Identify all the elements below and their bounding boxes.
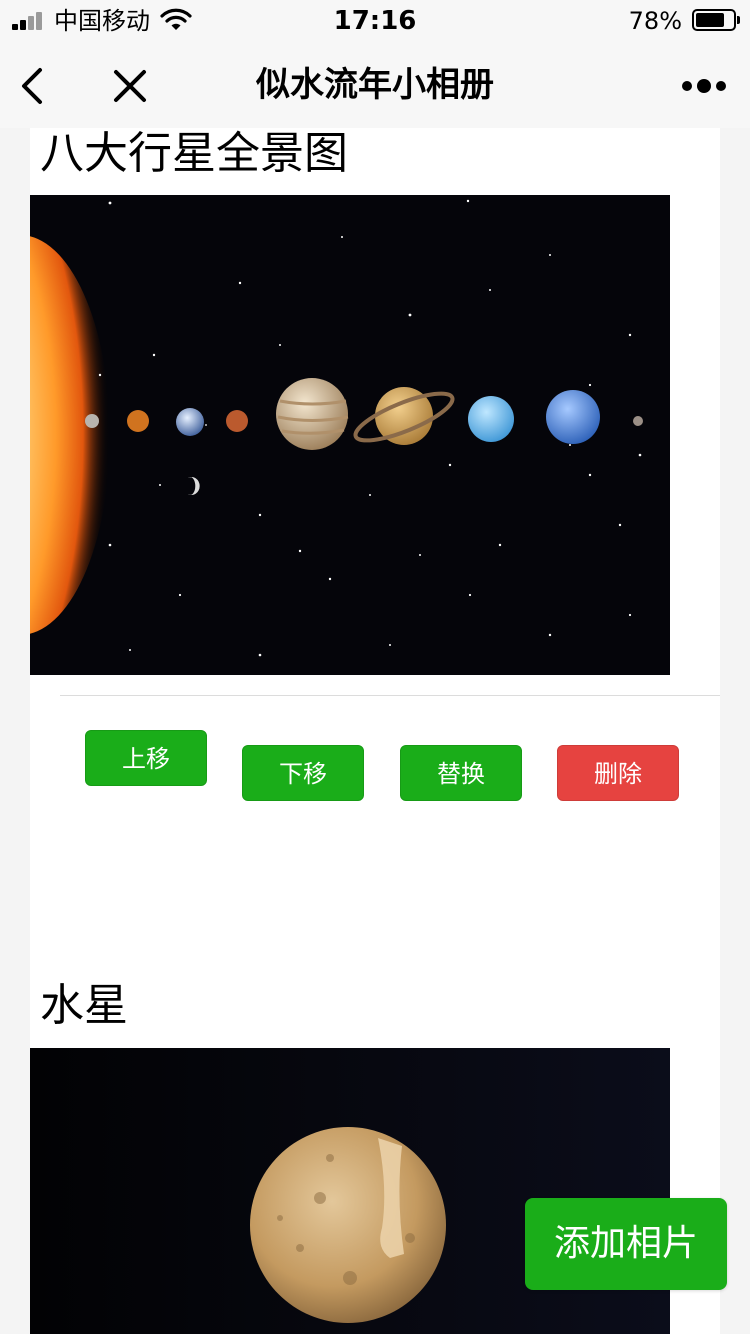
move-down-button[interactable]: 下移	[242, 745, 364, 801]
solar-system-photo[interactable]	[30, 195, 670, 675]
photo-title: 八大行星全景图	[40, 128, 348, 179]
photo-title: 水星	[40, 980, 128, 1031]
app-screen: 中国移动 17:16 78% 似水流年小相册 八大行星全景图 上移 下移 替换 …	[0, 0, 750, 1334]
close-icon[interactable]	[106, 62, 154, 110]
add-photo-button[interactable]: 添加相片	[525, 1198, 727, 1290]
replace-button[interactable]: 替换	[400, 745, 522, 801]
battery-icon	[692, 9, 740, 31]
move-up-button[interactable]: 上移	[85, 730, 207, 786]
mercury-photo[interactable]	[30, 1048, 670, 1334]
more-dots-icon[interactable]	[678, 62, 730, 110]
back-chevron-icon[interactable]	[10, 62, 58, 110]
navigation-bar: 似水流年小相册	[0, 42, 750, 128]
battery-percentage: 78%	[628, 7, 682, 35]
album-content: 八大行星全景图 上移 下移 替换 删除 水星	[30, 128, 720, 1334]
delete-button[interactable]: 删除	[557, 745, 679, 801]
divider	[60, 695, 720, 696]
status-bar: 中国移动 17:16 78%	[0, 0, 750, 42]
